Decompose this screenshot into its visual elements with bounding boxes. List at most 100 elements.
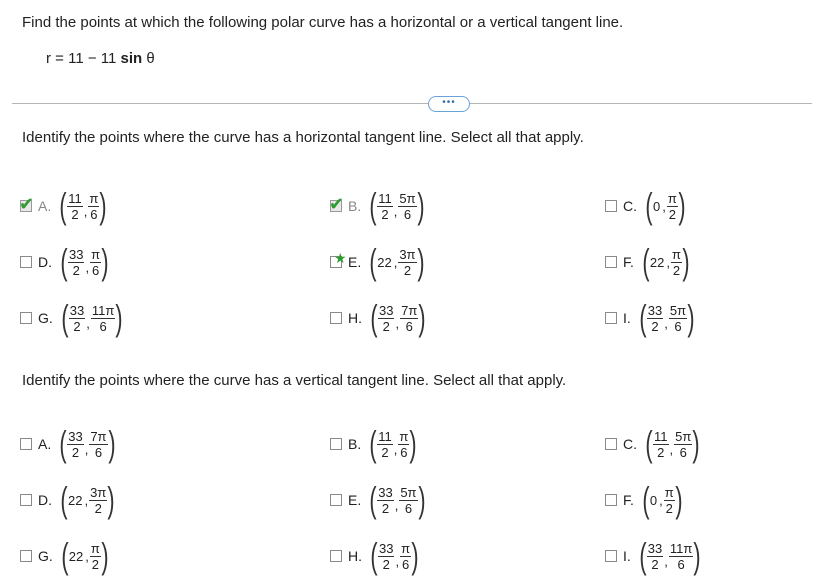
right-paren: ) bbox=[107, 479, 115, 520]
r-numerator: 33 bbox=[646, 540, 664, 557]
comma: , bbox=[393, 441, 398, 457]
r-fraction: 11 2 bbox=[653, 429, 669, 460]
horizontal-option-a[interactable]: ✔ A. (11 2, π 6) bbox=[19, 184, 107, 228]
polar-point: (22, π 2) bbox=[642, 244, 690, 280]
vertical-option-c[interactable]: C. (11 2, 5π 6) bbox=[605, 422, 700, 466]
horizontal-option-e[interactable]: ★ E. (22, 3π 2) bbox=[330, 240, 425, 284]
option-checkbox[interactable] bbox=[20, 438, 32, 450]
right-paren: ) bbox=[101, 241, 109, 282]
r-numerator: 11 bbox=[67, 190, 83, 207]
theta-numerator: 5π bbox=[674, 428, 693, 445]
equation-sin: sin bbox=[120, 50, 143, 67]
left-paren: ( bbox=[645, 185, 653, 226]
option-letter: E. bbox=[348, 254, 362, 270]
theta-numerator: 11π bbox=[90, 302, 116, 319]
right-paren: ) bbox=[411, 535, 419, 576]
theta-numerator: 7π bbox=[400, 302, 419, 319]
option-checkbox[interactable] bbox=[330, 494, 342, 506]
r-denominator: 2 bbox=[71, 206, 79, 222]
theta-numerator: π bbox=[670, 246, 682, 263]
right-paren: ) bbox=[416, 185, 425, 226]
option-checkbox[interactable] bbox=[605, 438, 617, 450]
option-letter: E. bbox=[348, 492, 362, 508]
theta-numerator: π bbox=[89, 540, 101, 557]
right-paren: ) bbox=[101, 535, 109, 576]
polar-point: (33 2, 5π 6) bbox=[639, 300, 695, 336]
option-checkbox[interactable] bbox=[20, 550, 32, 562]
horizontal-prompt: Identify the points where the curve has … bbox=[22, 129, 584, 146]
theta-denominator: 6 bbox=[404, 500, 413, 516]
vertical-option-i[interactable]: I. (33 2, 11π 6) bbox=[605, 534, 701, 578]
r-numerator: 33 bbox=[646, 302, 664, 319]
equation-theta: θ bbox=[146, 50, 155, 67]
r-fraction: 33 2 bbox=[68, 303, 86, 334]
horizontal-option-c[interactable]: C. (0, π 2) bbox=[605, 184, 686, 228]
right-paren: ) bbox=[675, 479, 683, 520]
option-checkbox[interactable]: ✔ bbox=[19, 195, 34, 213]
polar-point: (33 2, 7π 6) bbox=[59, 426, 115, 462]
polar-point: (33 2, 5π 6) bbox=[369, 482, 425, 518]
r-numerator: 33 bbox=[378, 540, 395, 557]
option-checkbox[interactable] bbox=[20, 256, 32, 268]
r-denominator: 2 bbox=[381, 500, 390, 516]
r-denominator: 2 bbox=[382, 556, 390, 572]
vertical-option-e[interactable]: E. (33 2, 5π 6) bbox=[330, 478, 426, 522]
horizontal-option-d[interactable]: D. (33 2, π 6) bbox=[20, 240, 109, 284]
vertical-option-b[interactable]: B. (11 2, π 6) bbox=[330, 422, 417, 466]
option-checkbox[interactable] bbox=[605, 256, 617, 268]
comma: , bbox=[664, 315, 668, 331]
theta-numerator: π bbox=[398, 428, 410, 445]
theta-denominator: 6 bbox=[677, 556, 685, 572]
vertical-option-g[interactable]: G. (22, π 2) bbox=[20, 534, 109, 578]
vertical-option-d[interactable]: D. (22, 3π 2) bbox=[20, 478, 115, 522]
vertical-option-h[interactable]: H. (33 2, π 6) bbox=[330, 534, 419, 578]
option-checkbox[interactable]: ✔ bbox=[329, 195, 344, 213]
horizontal-option-b[interactable]: ✔ B. (11 2, 5π 6) bbox=[329, 184, 425, 228]
theta-denominator: 2 bbox=[403, 262, 412, 278]
polar-point: (33 2, π 6) bbox=[60, 244, 109, 280]
option-checkbox[interactable] bbox=[330, 550, 342, 562]
horizontal-option-f[interactable]: F. (22, π 2) bbox=[605, 240, 690, 284]
comma: , bbox=[83, 203, 88, 219]
theta-fraction: π6 bbox=[90, 247, 102, 278]
option-checkbox[interactable] bbox=[605, 494, 617, 506]
option-checkbox[interactable] bbox=[330, 312, 342, 324]
horizontal-option-i[interactable]: I. (33 2, 5π 6) bbox=[605, 296, 695, 340]
left-paren: ( bbox=[369, 423, 377, 464]
horizontal-option-g[interactable]: G. (33 2, 11π 6) bbox=[20, 296, 123, 340]
left-paren: ( bbox=[369, 185, 377, 226]
horizontal-option-h[interactable]: H. (33 2, 7π 6) bbox=[330, 296, 426, 340]
theta-fraction: 7π 6 bbox=[400, 302, 419, 334]
option-checkbox[interactable] bbox=[20, 494, 32, 506]
left-paren: ( bbox=[369, 241, 377, 282]
option-letter: I. bbox=[623, 548, 631, 564]
more-options-button[interactable]: ••• bbox=[428, 96, 470, 112]
vertical-option-a[interactable]: A. (33 2, 7π 6) bbox=[20, 422, 116, 466]
theta-fraction: 11π 6 bbox=[90, 302, 116, 334]
option-checkbox[interactable] bbox=[605, 200, 617, 212]
option-checkbox[interactable] bbox=[605, 550, 617, 562]
option-letter: G. bbox=[38, 548, 53, 564]
theta-denominator: 2 bbox=[672, 262, 681, 278]
left-paren: ( bbox=[639, 297, 647, 338]
theta-fraction: π2 bbox=[663, 485, 675, 516]
option-checkbox[interactable]: ★ bbox=[330, 251, 347, 268]
theta-fraction: π2 bbox=[666, 191, 678, 222]
r-fraction: 11 2 bbox=[377, 429, 393, 460]
option-checkbox[interactable] bbox=[330, 438, 342, 450]
r-denominator: 2 bbox=[73, 318, 81, 334]
left-paren: ( bbox=[642, 479, 650, 520]
r-numerator: 11 bbox=[377, 428, 393, 445]
r-numerator: 11 bbox=[653, 428, 669, 445]
vertical-option-f[interactable]: F. (0, π 2) bbox=[605, 478, 683, 522]
polar-point: (33 2, 11π 6) bbox=[61, 300, 124, 336]
theta-fraction: 3π 2 bbox=[398, 247, 417, 278]
right-paren: ) bbox=[687, 297, 695, 338]
right-paren: ) bbox=[115, 297, 123, 338]
option-checkbox[interactable] bbox=[20, 312, 32, 324]
option-checkbox[interactable] bbox=[605, 312, 617, 324]
polar-point: (11 2, 5π 6) bbox=[645, 426, 700, 462]
r-denominator: 2 bbox=[381, 444, 389, 460]
right-paren: ) bbox=[692, 423, 700, 464]
left-paren: ( bbox=[61, 297, 69, 338]
